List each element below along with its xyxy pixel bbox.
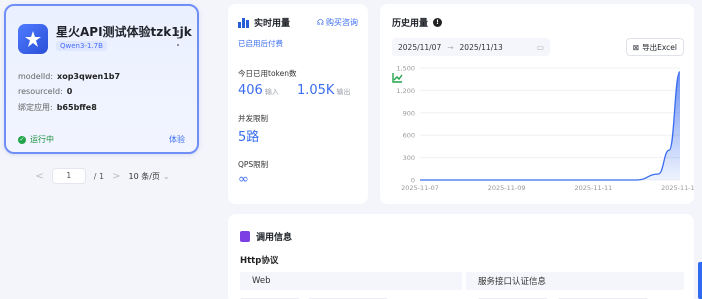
realtime-header: 实时用量 xyxy=(238,16,290,29)
series-line xyxy=(420,71,681,181)
modelid-row: modelId: xop3qwen1b7 xyxy=(18,72,120,81)
model-badge: Qwen3-1.7B xyxy=(56,41,107,51)
invoke-title: 调用信息 xyxy=(256,233,293,243)
token-usage-row: 406 输入 1.05K 输出 xyxy=(238,83,350,98)
tab-web[interactable]: Web xyxy=(240,272,462,290)
x-tick-label: 2025-11-11 xyxy=(574,184,612,192)
input-tokens-value: 406 xyxy=(238,83,263,98)
status-text: 运行中 xyxy=(30,135,54,144)
qps-label: QPS限制 xyxy=(238,160,269,169)
concurrency-value: 5路 xyxy=(238,130,260,145)
app-title: 星火API测试体验tzk1jk xyxy=(56,25,192,39)
status-badge: ✓ 运行中 xyxy=(18,134,54,145)
prev-page-button[interactable]: < xyxy=(35,171,43,182)
export-label: 导出Excel xyxy=(642,42,677,52)
tab-auth-info[interactable]: 服务接口认证信息 xyxy=(466,272,684,290)
y-tick-label: 1,200 xyxy=(396,87,415,95)
realtime-usage-panel: 实时用量 ☊ 购买咨询 已启用后付费 今日已用token数 406 输入 1.05… xyxy=(228,4,368,204)
page-size-select[interactable]: 10 条/页 ⌄ xyxy=(128,171,169,182)
modelid-value: xop3qwen1b7 xyxy=(57,72,121,81)
billing-status: 已启用后付费 xyxy=(238,39,283,48)
qps-value: ∞ xyxy=(238,172,249,187)
check-circle-icon: ✓ xyxy=(18,135,26,144)
x-tick-label: 2025-11-13 xyxy=(661,184,694,192)
resourceid-label: resourceId: xyxy=(18,87,63,96)
modelid-label: modelId: xyxy=(18,72,54,81)
x-tick-label: 2025-11-09 xyxy=(488,184,526,192)
realtime-title: 实时用量 xyxy=(254,19,291,29)
page-number-input[interactable]: 1 xyxy=(51,168,86,184)
xinghuo-logo-icon xyxy=(18,24,48,54)
concurrency-label: 并发限制 xyxy=(238,114,268,123)
next-page-button[interactable]: > xyxy=(112,171,120,182)
y-tick-label: 600 xyxy=(403,132,415,140)
date-range-picker[interactable]: 2025/11/07 → 2025/11/13 ▭ xyxy=(392,38,550,56)
invoke-header: 调用信息 xyxy=(240,230,292,243)
today-tokens-label: 今日已用token数 xyxy=(238,69,297,78)
invoke-info-panel: 调用信息 Http协议 Web 服务接口认证信息 xyxy=(228,214,694,299)
side-float-tab[interactable] xyxy=(698,262,702,299)
buy-consult-label: 购买咨询 xyxy=(326,18,358,27)
info-icon[interactable]: ! xyxy=(433,18,443,27)
resourceid-row: resourceId: 0 xyxy=(18,87,72,96)
date-start: 2025/11/07 xyxy=(398,42,442,52)
date-range-separator: → xyxy=(447,42,454,52)
page-size-label: 10 条/页 xyxy=(128,171,160,181)
app-card[interactable]: 星火API测试体验tzk1jk Qwen3-1.7B modelId: xop3q… xyxy=(4,4,199,154)
bound-app-value: b65bffe8 xyxy=(56,103,97,112)
output-tokens-value: 1.05K xyxy=(296,83,335,98)
document-icon xyxy=(240,231,250,242)
pagination: < 1 / 1 > 10 条/页 ⌄ xyxy=(0,168,205,184)
y-tick-label: 900 xyxy=(403,109,415,117)
input-tokens-unit: 输入 xyxy=(264,88,279,96)
excel-icon: ⊠ xyxy=(632,42,640,52)
history-chart: 03006009001,2001,5002025-11-07 2025-11-09… xyxy=(396,65,694,193)
history-usage-panel: 历史用量 ! 2025/11/07 → 2025/11/13 ▭ ⊠ 导出Exc… xyxy=(380,4,694,204)
protocol-label: Http协议 xyxy=(240,256,279,266)
y-tick-label: 1,500 xyxy=(396,65,415,73)
y-tick-label: 300 xyxy=(403,154,415,162)
area-fill xyxy=(420,71,680,180)
history-title: 历史用量 xyxy=(392,19,429,29)
bound-app-row: 绑定应用: b65bffe8 xyxy=(18,102,97,113)
headset-icon: ☊ xyxy=(316,18,324,27)
bar-chart-icon xyxy=(238,18,249,28)
chevron-down-icon: ⌄ xyxy=(162,171,170,181)
export-excel-button[interactable]: ⊠ 导出Excel xyxy=(625,38,684,56)
date-end: 2025/11/13 xyxy=(459,42,503,52)
calendar-icon: ▭ xyxy=(536,42,544,52)
x-tick-label: 2025-11-07 xyxy=(401,184,439,192)
resourceid-value: 0 xyxy=(66,87,73,96)
more-options-icon[interactable] xyxy=(175,30,181,46)
history-header: 历史用量 ! xyxy=(392,16,443,83)
page-total: / 1 xyxy=(93,171,105,181)
buy-consult-link[interactable]: ☊ 购买咨询 xyxy=(317,17,358,28)
bound-app-label: 绑定应用: xyxy=(18,103,53,112)
output-tokens-unit: 输出 xyxy=(336,88,351,96)
try-link[interactable]: 体验 xyxy=(169,134,185,145)
